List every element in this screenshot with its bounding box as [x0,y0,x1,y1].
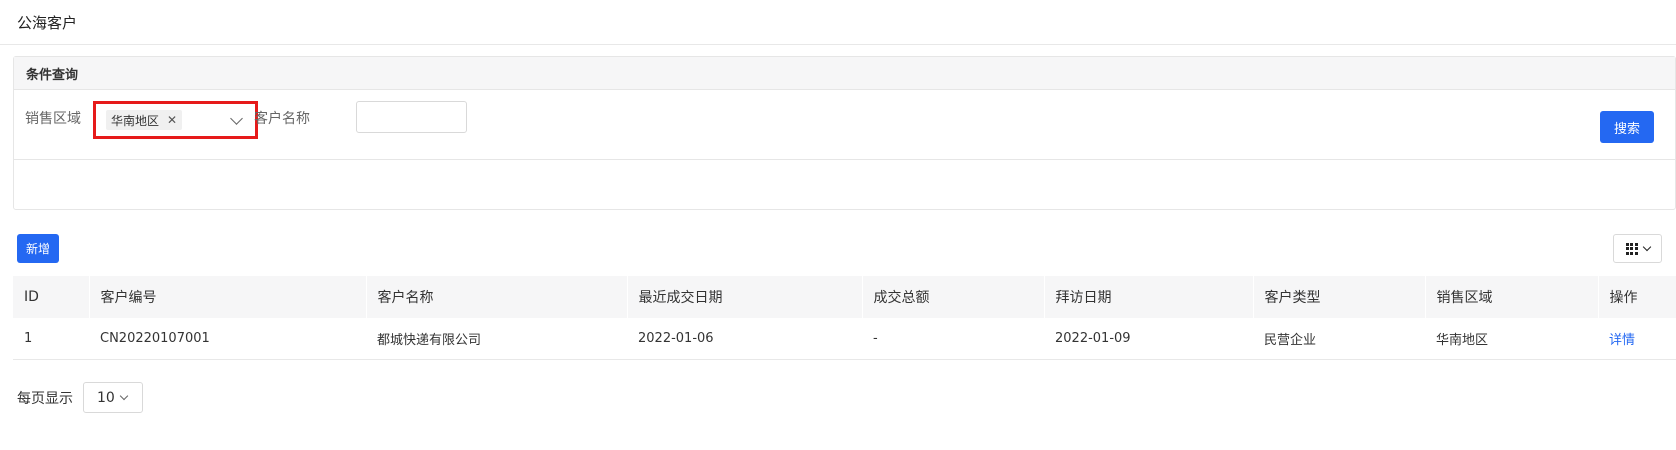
cell-last-deal-date: 2022-01-06 [627,318,862,360]
chevron-down-icon[interactable] [230,112,243,125]
add-button[interactable]: 新增 [17,234,59,263]
column-header-type[interactable]: 客户类型 [1253,276,1426,318]
query-panel-title: 条件查询 [14,57,1675,90]
column-header-action: 操作 [1598,276,1676,318]
pagination: 每页显示 10 [17,382,143,413]
cell-total: - [862,318,1044,360]
customer-name-input[interactable] [356,101,467,133]
column-header-visit-date[interactable]: 拜访日期 [1044,276,1254,318]
table-header-row: ID 客户编号 客户名称 最近成交日期 成交总额 拜访日期 客户类型 销售区域 … [13,276,1676,318]
cell-name: 都城快递有限公司 [366,318,627,360]
column-header-name[interactable]: 客户名称 [366,276,628,318]
column-header-region[interactable]: 销售区域 [1425,276,1599,318]
cell-action: 详情 [1598,318,1676,360]
column-header-last-deal-date[interactable]: 最近成交日期 [627,276,863,318]
selected-region-text: 华南地区 [111,113,160,128]
page-size-value: 10 [97,389,115,406]
page-header: 公海客户 [0,0,1676,45]
customer-table: ID 客户编号 客户名称 最近成交日期 成交总额 拜访日期 客户类型 销售区域 … [13,276,1676,360]
selected-region-tag: 华南地区 ✕ [106,110,183,130]
cell-code: CN20220107001 [89,318,366,360]
page-title: 公海客户 [17,13,78,32]
column-header-code[interactable]: 客户编号 [89,276,367,318]
query-panel: 条件查询 销售区域 华南地区 ✕ 客户名称 [13,56,1676,210]
close-icon[interactable]: ✕ [167,113,177,127]
page-size-select[interactable]: 10 [83,382,143,413]
chevron-down-icon [1642,242,1651,252]
sales-region-select[interactable]: 华南地区 ✕ [93,101,258,139]
cell-region: 华南地区 [1425,318,1598,360]
detail-link[interactable]: 详情 [1609,333,1635,348]
table-row: 1 CN20220107001 都城快递有限公司 2022-01-06 - 20… [13,318,1676,360]
cell-type: 民营企业 [1253,318,1425,360]
sales-region-label: 销售区域 [25,111,81,127]
cell-id: 1 [13,318,89,360]
column-header-id[interactable]: ID [13,276,90,318]
search-button[interactable]: 搜索 [1600,111,1654,143]
column-settings-button[interactable] [1613,234,1662,263]
chevron-down-icon [119,391,129,400]
cell-visit-date: 2022-01-09 [1044,318,1253,360]
per-page-label: 每页显示 [17,390,73,407]
grid-icon [1625,242,1638,255]
customer-name-label: 客户名称 [254,111,310,127]
column-header-total[interactable]: 成交总额 [862,276,1045,318]
query-form: 销售区域 华南地区 ✕ 客户名称 [14,90,1675,160]
